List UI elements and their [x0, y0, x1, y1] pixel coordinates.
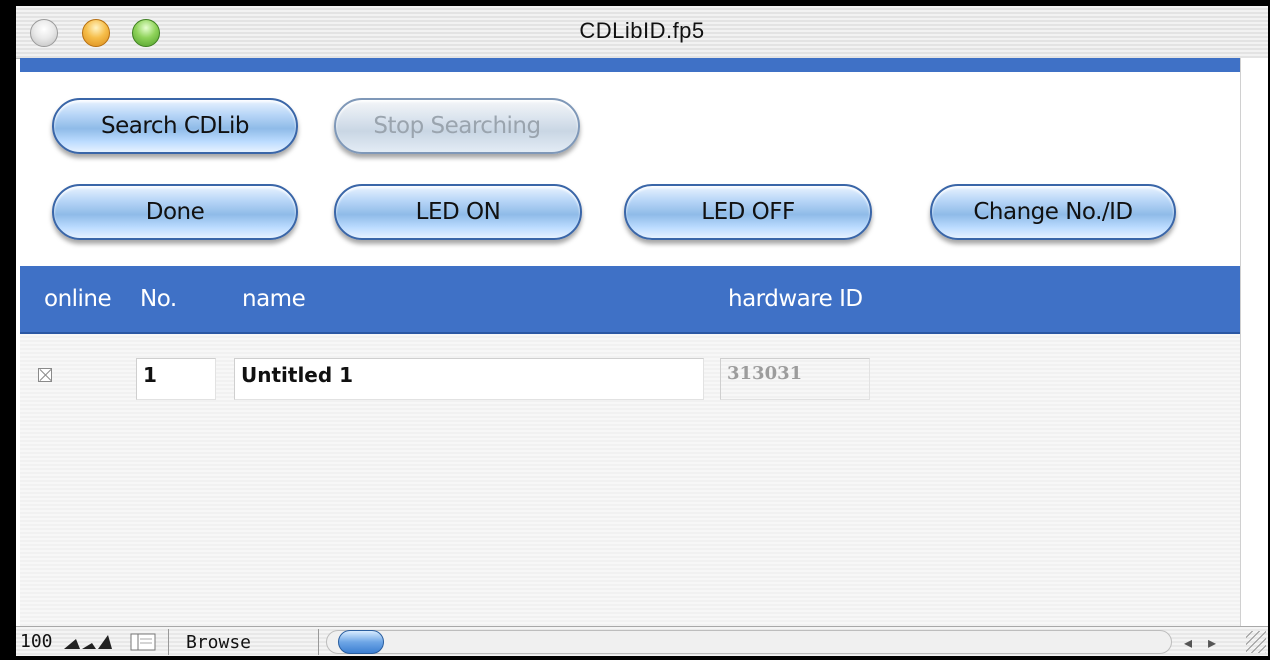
led-on-button[interactable]: LED ON [334, 184, 582, 240]
status-separator [168, 629, 169, 655]
led-off-button[interactable]: LED OFF [624, 184, 872, 240]
stop-searching-button[interactable]: Stop Searching [334, 98, 580, 154]
mode-indicator[interactable]: Browse [186, 632, 251, 653]
layout-content: Search CDLib Stop Searching Done LED ON … [20, 58, 1240, 626]
search-cdlib-button[interactable]: Search CDLib [52, 98, 298, 154]
status-area-toggle-icon[interactable] [130, 633, 158, 651]
online-checkbox[interactable] [38, 368, 52, 382]
done-button[interactable]: Done [52, 184, 298, 240]
title-bar[interactable]: CDLibID.fp5 [16, 6, 1268, 59]
table-row: 1 Untitled 1 313031 [20, 334, 1240, 626]
header-hardware-id: hardware ID [728, 286, 863, 312]
header-online: online [44, 286, 112, 312]
horizontal-scroll-thumb[interactable] [338, 630, 384, 654]
status-separator [318, 629, 319, 655]
resize-grip-icon[interactable] [1246, 631, 1266, 653]
header-name: name [242, 286, 306, 312]
record-name-field[interactable]: Untitled 1 [234, 358, 704, 400]
zoom-controls-icon[interactable] [62, 633, 122, 651]
vertical-scroll-gutter[interactable] [1240, 58, 1268, 626]
table-header: online No. name hardware ID [20, 266, 1240, 334]
top-accent-bar [20, 58, 1240, 72]
button-panel: Search CDLib Stop Searching Done LED ON … [20, 72, 1240, 266]
zoom-level[interactable]: 100 [20, 631, 53, 652]
horizontal-scrollbar[interactable] [326, 630, 1172, 654]
scroll-left-arrow-icon[interactable]: ◂ [1184, 633, 1192, 653]
scroll-right-arrow-icon[interactable]: ▸ [1208, 633, 1216, 653]
hardware-id-field: 313031 [720, 358, 870, 400]
change-no-id-button[interactable]: Change No./ID [930, 184, 1176, 240]
status-bar: 100 Browse ◂ ▸ [16, 626, 1268, 656]
window-title: CDLibID.fp5 [579, 18, 705, 43]
record-number-field[interactable]: 1 [136, 358, 216, 400]
app-window: CDLibID.fp5 Search CDLib Stop Searching … [16, 6, 1268, 656]
header-no: No. [140, 286, 177, 312]
